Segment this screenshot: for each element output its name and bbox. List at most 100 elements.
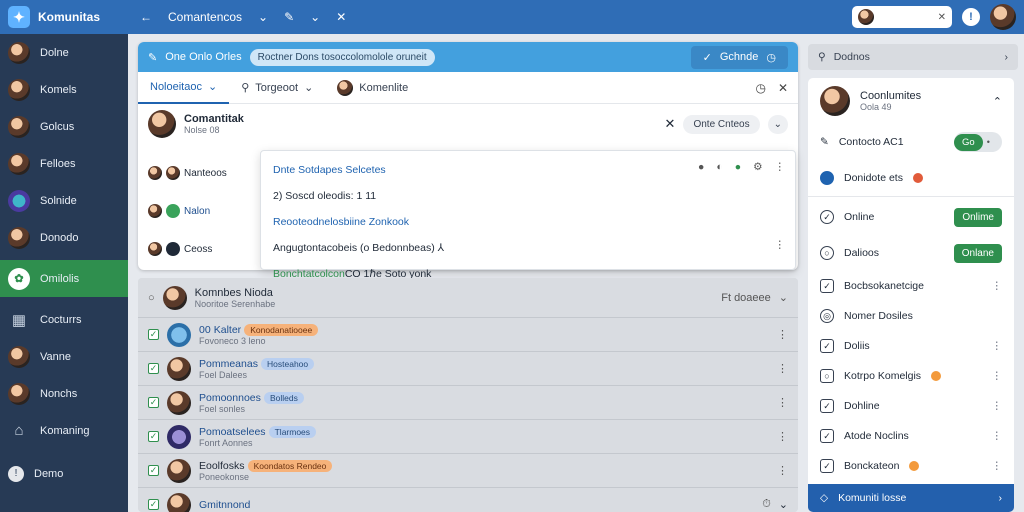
panel-item[interactable]: ○ Dalioos Onlane [808,235,1014,271]
tab-3[interactable]: Komenlite [325,72,420,104]
sidebar-item[interactable]: Dolne [0,34,128,71]
card-header: ✎ One Onlo Orles Roctner Dons tosoccolom… [138,42,798,72]
user-search-field[interactable]: ✕ [852,6,952,28]
row-tag: Tlarmoes [268,425,317,438]
sidebar-item-active[interactable]: ✿ Omilolis [0,260,128,297]
brand[interactable]: ✦ Komunitas [0,6,128,28]
more-icon[interactable]: ⋮ [992,460,1003,472]
more-icon[interactable]: ⋮ [777,396,788,409]
panel-item[interactable]: ✎ Contocto AC1 Go • [808,124,1014,160]
more-icon[interactable]: ⋮ [992,340,1003,352]
breadcrumb-title[interactable]: Comantencos [168,10,242,24]
more-icon[interactable]: ⋮ [992,280,1003,292]
pencil-icon[interactable]: ✎ [148,51,157,64]
clear-icon[interactable]: ✕ [938,12,946,23]
more-icon[interactable]: ⋮ [992,400,1003,412]
list-item-label: Nalon [184,205,211,217]
header-pill[interactable]: Roctner Dons tosoccolomolole oruneit [249,48,435,66]
sidebar-item[interactable]: ⌂ Komaning [0,412,128,449]
avatar [166,166,180,180]
sidebar-item[interactable]: Komels [0,71,128,108]
user-avatar[interactable] [990,4,1016,30]
list-item[interactable]: Ceoss [138,230,268,268]
shield-icon[interactable]: ● [735,161,741,173]
avatar [148,166,162,180]
sidebar-item[interactable]: Felloes [0,145,128,182]
panel-item[interactable]: Donidote ets [808,160,1014,196]
back-arrow-icon[interactable]: ← [140,10,152,24]
more-icon[interactable]: ⋮ [777,362,788,375]
sidebar-item[interactable]: Vanne [0,338,128,375]
more-icon[interactable]: ⋮ [775,161,786,173]
detail-popup: Dnte Sotdapes Selcetes 2) Soscd oleodis:… [260,150,796,280]
sidebar-item[interactable]: Nonchs [0,375,128,412]
more-icon[interactable]: ⋮ [992,430,1003,442]
dropdown-button[interactable]: ⌄ [767,114,788,134]
gear-icon[interactable]: ⚙ [753,161,762,173]
sidebar-item[interactable]: Golcus [0,108,128,145]
right-search-input[interactable]: ⚲ Dodnos › [808,44,1018,70]
sidebar-item[interactable]: Donodo [0,219,128,256]
list-header: ○ Komnbes Nioda Nooritoe Serenhabe Ft do… [138,278,798,318]
footer-label: Komuniti losse [838,492,907,504]
online-button[interactable]: Onlane [953,243,1002,263]
panel-item[interactable]: ✓ Online Onlime [808,199,1014,235]
tab-1[interactable]: Noloeitaoc ⌄ [138,72,230,104]
close-icon[interactable]: ✕ [665,116,676,132]
contact-action-button[interactable]: Onte Cnteos [683,114,760,134]
dot-icon: • [986,137,990,147]
more-icon[interactable]: ⋮ [777,464,788,477]
chevron-down-icon[interactable]: ⌄ [310,10,320,24]
panel-item[interactable]: ◎ Nomer Dosiles [808,301,1014,331]
close-icon[interactable]: ✕ [336,10,346,24]
table-row[interactable]: ✓ Gmitnnond ⏱ ⌄ [138,488,798,512]
sidebar-item[interactable]: ! Demo [0,455,128,492]
row-checkbox[interactable]: ✓ [148,329,159,340]
chevron-down-icon[interactable]: ⌄ [258,10,268,24]
row-checkbox[interactable]: ✓ [148,431,159,442]
toggle-switch[interactable]: Go • [954,132,1002,152]
sidebar-item-label: Nonchs [40,387,78,400]
more-icon[interactable]: ⋮ [775,239,786,251]
pencil-icon[interactable]: ✎ [284,10,294,24]
panel-footer-button[interactable]: ◇ Komuniti losse › [808,484,1014,512]
panel-item[interactable]: ✓ Atode Noclins ⋮ [808,421,1014,451]
table-row[interactable]: ✓ Pommeanas Hosteahoo Foel Dalees ⋮ [138,352,798,386]
panel-item[interactable]: ✓ Doliis ⋮ [808,331,1014,361]
chevron-down-icon[interactable]: ⌄ [779,498,788,511]
header-button[interactable]: ✓ Gchnde ◷ [690,45,788,69]
alert-badge [931,371,942,381]
list-item[interactable]: Nalon [138,192,268,230]
tag-icon[interactable]: ◐ [716,161,722,173]
panel-item[interactable]: ✓ Dohline ⋮ [808,391,1014,421]
sidebar-item[interactable]: ▦ Cocturrs [0,301,128,338]
timer-icon[interactable]: ⏱ [762,498,771,511]
panel-item[interactable]: ○ Kotrpo Komelgis ⋮ [808,361,1014,391]
table-row[interactable]: ✓ Pomoatselees Tlarmoes Fonrt Aonnes ⋮ [138,420,798,454]
more-icon[interactable]: ⋮ [777,328,788,341]
clock-icon[interactable]: ◷ [755,81,765,95]
panel-item[interactable]: ✓ Bocbsokanetcige ⋮ [808,271,1014,301]
sidebar-item[interactable]: Solnide [0,182,128,219]
more-icon[interactable]: ⋮ [777,430,788,443]
close-icon[interactable]: ✕ [778,81,788,95]
more-icon[interactable]: ⋮ [992,370,1003,382]
panel-item[interactable]: ✓ Bonckateon ⋮ [808,451,1014,481]
row-checkbox[interactable]: ✓ [148,465,159,476]
popup-line[interactable]: Reooteodnelosbiine Zonkook [273,209,783,235]
list-item[interactable]: Nanteoos [138,154,268,192]
filter-label[interactable]: Ft doaeee [721,292,771,304]
tab-2[interactable]: ⚲ Torgeoot ⌄ [229,72,325,104]
chat-bubble-icon[interactable]: ● [698,161,704,173]
chevron-up-icon[interactable]: ⌃ [993,95,1002,108]
table-row[interactable]: ✓ Pomoonnoes Bolleds Foel sonles ⋮ [138,386,798,420]
notification-icon[interactable]: ! [962,8,980,26]
select-all-icon[interactable]: ○ [148,292,155,304]
online-button[interactable]: Onlime [954,207,1002,227]
row-checkbox[interactable]: ✓ [148,397,159,408]
row-checkbox[interactable]: ✓ [148,363,159,374]
table-row[interactable]: ✓ Eoolfosks Koondatos Rendeo Poneokonse … [138,454,798,488]
table-row[interactable]: ✓ 00 Kalter Konodanatiooee Fovoneco 3 le… [138,318,798,352]
row-checkbox[interactable]: ✓ [148,499,159,510]
chevron-down-icon[interactable]: ⌄ [779,291,788,304]
